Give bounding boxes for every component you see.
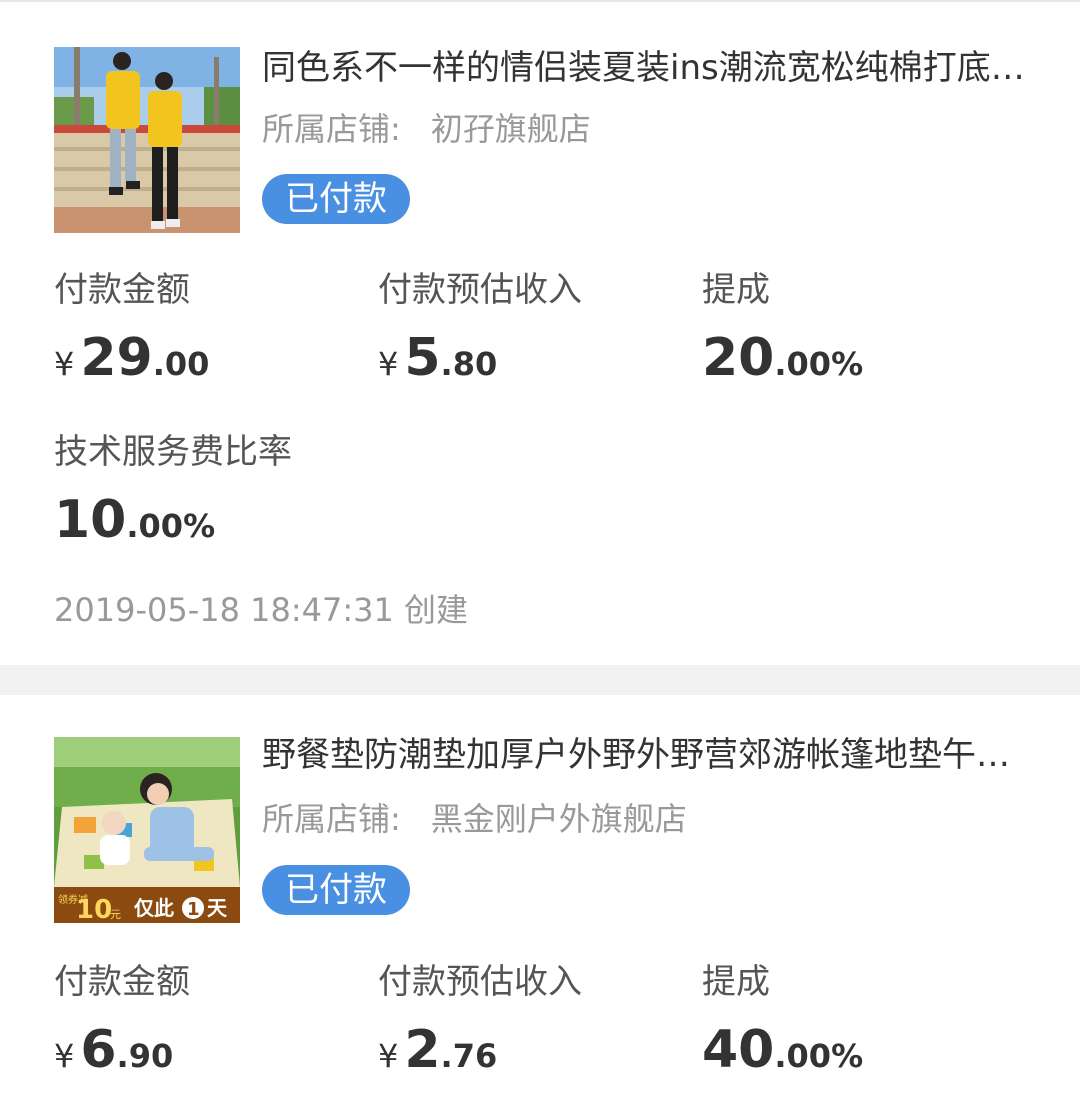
commission-label: 提成	[702, 270, 770, 310]
estimated-income-value: ¥5.80	[378, 330, 582, 386]
pay-amount-int: 29	[80, 328, 153, 388]
commission: 提成 20.00%	[702, 268, 863, 386]
promo-text2: 天	[207, 896, 228, 920]
commission: 提成 40.00%	[702, 960, 863, 1078]
order-card[interactable]: 领券减 10 元 仅此 1 天 野餐垫防潮垫加厚户外野外野营郊游帐篷地垫午… 所…	[0, 695, 1080, 1111]
service-fee-int: 10	[54, 490, 127, 550]
pay-amount: 付款金额 ¥29.00	[54, 268, 209, 386]
status-badge: 已付款	[262, 174, 410, 224]
commission-label: 提成	[702, 962, 770, 1002]
commission-value: 40.00%	[702, 1022, 863, 1078]
status-badge: 已付款	[262, 865, 410, 915]
pay-amount-value: ¥6.90	[54, 1022, 190, 1078]
estimated-income-label: 付款预估收入	[378, 962, 582, 1002]
service-fee-dec: .00%	[126, 507, 216, 545]
shop-name: 初孖旗舰店	[430, 110, 591, 148]
commission-dec: .00%	[774, 345, 864, 383]
shop-label: 所属店铺:	[262, 800, 401, 838]
product-title[interactable]: 野餐垫防潮垫加厚户外野外野营郊游帐篷地垫午…	[262, 733, 1032, 777]
product-title[interactable]: 同色系不一样的情侣装夏装ins潮流宽松纯棉打底…	[262, 46, 1032, 90]
shop-name: 黑金刚户外旗舰店	[430, 800, 687, 838]
shop-label: 所属店铺:	[262, 110, 401, 148]
currency-symbol: ¥	[54, 345, 75, 383]
card-separator	[0, 665, 1080, 695]
couple-tshirt-photo	[54, 47, 240, 233]
pay-amount: 付款金额 ¥6.90	[54, 960, 190, 1078]
estimated-income-dec: .80	[440, 345, 498, 383]
service-fee-rate: 技术服务费比率 10.00%	[54, 430, 292, 548]
promo-num: 1	[187, 899, 200, 920]
commission-value: 20.00%	[702, 330, 863, 386]
service-fee-label: 技术服务费比率	[54, 432, 292, 472]
pay-amount-label: 付款金额	[54, 962, 190, 1002]
order-card[interactable]: 同色系不一样的情侣装夏装ins潮流宽松纯棉打底… 所属店铺: 初孖旗舰店 已付款 …	[0, 2, 1080, 665]
estimated-income: 付款预估收入 ¥5.80	[378, 268, 582, 386]
promo-amount: 10	[76, 895, 112, 923]
pay-amount-dec: .00	[152, 345, 210, 383]
estimated-income-label: 付款预估收入	[378, 270, 582, 310]
pay-amount-label: 付款金额	[54, 270, 190, 310]
estimated-income-dec: .76	[440, 1037, 498, 1075]
service-fee-value: 10.00%	[54, 492, 292, 548]
commission-int: 40	[702, 1020, 775, 1080]
currency-symbol: ¥	[378, 345, 399, 383]
shop-info: 所属店铺: 初孖旗舰店	[262, 108, 591, 150]
currency-symbol: ¥	[378, 1037, 399, 1075]
product-thumbnail[interactable]	[54, 47, 240, 233]
estimated-income: 付款预估收入 ¥2.76	[378, 960, 582, 1078]
estimated-income-int: 2	[404, 1020, 441, 1080]
promo-unit: 元	[110, 908, 121, 921]
pay-amount-dec: .90	[116, 1037, 174, 1075]
pay-amount-int: 6	[80, 1020, 117, 1080]
estimated-income-value: ¥2.76	[378, 1022, 582, 1078]
currency-symbol: ¥	[54, 1037, 75, 1075]
commission-dec: .00%	[774, 1037, 864, 1075]
picnic-mat-photo: 领券减 10 元 仅此 1 天	[54, 737, 240, 923]
shop-info: 所属店铺: 黑金刚户外旗舰店	[262, 798, 687, 840]
product-thumbnail[interactable]: 领券减 10 元 仅此 1 天	[54, 737, 240, 923]
estimated-income-int: 5	[404, 328, 441, 388]
commission-int: 20	[702, 328, 775, 388]
created-timestamp: 2019-05-18 18:47:31 创建	[54, 591, 469, 629]
pay-amount-value: ¥29.00	[54, 330, 209, 386]
promo-text1: 仅此	[134, 896, 174, 920]
